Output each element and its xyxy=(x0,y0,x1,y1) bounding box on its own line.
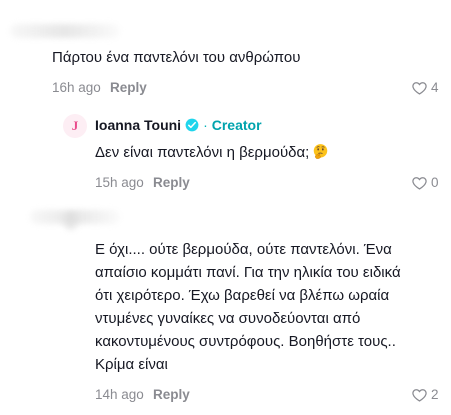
comment-timestamp: 15h ago xyxy=(95,175,144,190)
like-count: 2 xyxy=(431,387,439,402)
like-button[interactable]: 2 xyxy=(412,387,439,402)
reply-button[interactable]: Reply xyxy=(110,80,147,95)
comment-text: ντυμένες γυναίκες να συνοδεύονται από xyxy=(95,310,361,327)
thinking-face-emoji-icon xyxy=(314,144,328,159)
avatar[interactable]: J xyxy=(63,114,87,138)
author-name[interactable]: Ioanna Touni xyxy=(95,117,181,133)
comment-timestamp: 16h ago xyxy=(52,80,101,95)
creator-badge: Creator xyxy=(211,117,262,133)
blurred-username xyxy=(10,24,120,38)
creator-separator: · xyxy=(203,117,208,133)
avatar-letter: J xyxy=(71,118,79,133)
comment-timestamp: 14h ago xyxy=(95,387,144,402)
comment-text: απαίσιο κομμάτι πανί. Για την ηλικία του… xyxy=(95,264,401,281)
verified-badge-icon xyxy=(185,118,199,132)
like-button[interactable]: 0 xyxy=(412,175,439,190)
like-button[interactable]: 4 xyxy=(412,80,439,95)
reply-button[interactable]: Reply xyxy=(153,175,190,190)
reply-button[interactable]: Reply xyxy=(153,387,190,402)
comment-text: Πάρτου ένα παντελόνι του ανθρώπου xyxy=(52,49,301,66)
like-count: 4 xyxy=(431,80,439,95)
comment-text: κακοντυμένους συντρόφους. Βοηθήστε τους.… xyxy=(95,333,396,350)
like-count: 0 xyxy=(431,175,439,190)
heart-icon xyxy=(412,388,427,402)
comment-text: Κρίμα είναι xyxy=(95,356,168,373)
heart-icon xyxy=(412,81,427,95)
comment-text-content: Δεν είναι παντελόνι η βερμούδα; xyxy=(95,144,310,161)
comment-text: Δεν είναι παντελόνι η βερμούδα; xyxy=(95,141,329,164)
comment-text: ότι χειρότερο. Έχω βαρεθεί να βλέπω ωραί… xyxy=(95,287,390,304)
comment-text: Ε όχι.... ούτε βερμούδα, ούτε παντελόνι.… xyxy=(95,241,392,258)
blurred-username xyxy=(30,210,120,224)
heart-icon xyxy=(412,176,427,190)
